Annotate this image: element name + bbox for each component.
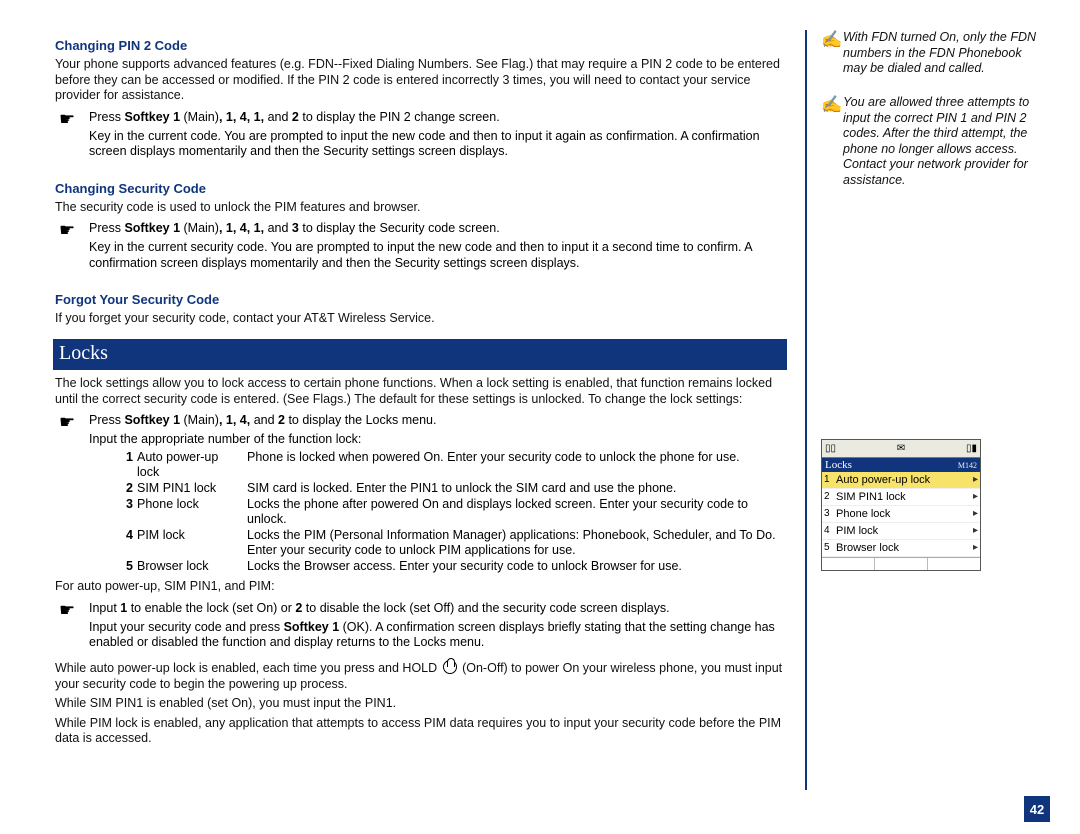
seccode-step2: Key in the current security code. You ar… (89, 240, 787, 271)
phone-menu-item[interactable]: 2 SIM PIN1 lock ▸ (822, 489, 980, 506)
sidebar-column: ✍ With FDN turned On, only the FDN numbe… (807, 30, 1042, 814)
page-number: 42 (1024, 796, 1050, 822)
phone-menu-item[interactable]: 4 PIM lock ▸ (822, 523, 980, 540)
phone-menu-list: 1 Auto power-up lock ▸ 2 SIM PIN1 lock ▸… (822, 472, 980, 557)
power-icon (443, 660, 457, 674)
sidebar-note: ✍ With FDN turned On, only the FDN numbe… (821, 30, 1042, 77)
note-icon: ✍ (821, 30, 843, 77)
seccode-step1: Press Softkey 1 (Main), 1, 4, 1, and 3 t… (89, 221, 787, 237)
locks-step1: ☛ Press Softkey 1 (Main), 1, 4, and 2 to… (55, 413, 787, 450)
pin2-intro: Your phone supports advanced features (e… (55, 57, 787, 104)
locks-auto-note: While auto power-up lock is enabled, eac… (55, 660, 787, 692)
note-text: With FDN turned On, only the FDN numbers… (843, 30, 1042, 77)
pointer-icon: ☛ (55, 413, 89, 450)
locks-step2: ☛ Input 1 to enable the lock (set On) or… (55, 601, 787, 654)
locks-sim-note: While SIM PIN1 is enabled (set On), you … (55, 696, 787, 712)
chevron-right-icon: ▸ (973, 542, 978, 553)
battery-icon: ▯▮ (966, 443, 977, 454)
pointer-icon: ☛ (55, 110, 89, 163)
mail-icon: ✉ (897, 443, 905, 454)
table-row: 3Phone lockLocks the phone after powered… (123, 497, 787, 528)
phone-title-bar: Locks M142 (822, 458, 980, 472)
note-icon: ✍ (821, 95, 843, 189)
phone-softkey[interactable] (822, 558, 875, 570)
phone-softkey[interactable] (928, 558, 980, 570)
heading-security-code: Changing Security Code (55, 181, 787, 196)
locks-section-bar: Locks (53, 339, 787, 370)
chevron-right-icon: ▸ (973, 508, 978, 519)
locks-intro: The lock settings allow you to lock acce… (55, 376, 787, 407)
phone-status-bar: ▯▯ ✉ ▯▮ (822, 440, 980, 458)
locks-pre-auto: For auto power-up, SIM PIN1, and PIM: (55, 579, 787, 595)
table-row: 5Browser lockLocks the Browser access. E… (123, 559, 787, 575)
heading-forgot: Forgot Your Security Code (55, 292, 787, 307)
sidebar-note: ✍ You are allowed three attempts to inpu… (821, 95, 1042, 189)
locks-step1b: Input the appropriate number of the func… (89, 432, 787, 448)
main-column: Changing PIN 2 Code Your phone supports … (55, 30, 805, 814)
phone-tag: M142 (958, 459, 977, 471)
note-text: You are allowed three attempts to input … (843, 95, 1042, 189)
phone-screenshot: ▯▯ ✉ ▯▮ Locks M142 1 Auto power-up lock … (821, 439, 981, 571)
phone-menu-item[interactable]: 5 Browser lock ▸ (822, 540, 980, 557)
table-row: 1Auto power-up lockPhone is locked when … (123, 450, 787, 481)
pointer-icon: ☛ (55, 221, 89, 274)
chevron-right-icon: ▸ (973, 491, 978, 502)
table-row: 4PIM lockLocks the PIM (Personal Informa… (123, 528, 787, 559)
pin2-step2: Key in the current code. You are prompte… (89, 129, 787, 160)
seccode-intro: The security code is used to unlock the … (55, 200, 787, 216)
heading-pin2: Changing PIN 2 Code (55, 38, 787, 53)
chevron-right-icon: ▸ (973, 474, 978, 485)
locks-table: 1Auto power-up lockPhone is locked when … (123, 450, 787, 575)
pin2-step1: Press Softkey 1 (Main), 1, 4, 1, and 2 t… (89, 110, 787, 126)
table-row: 2SIM PIN1 lockSIM card is locked. Enter … (123, 481, 787, 497)
locks-pim-note: While PIM lock is enabled, any applicati… (55, 716, 787, 747)
phone-menu-item[interactable]: 3 Phone lock ▸ (822, 506, 980, 523)
pointer-icon: ☛ (55, 601, 89, 654)
phone-title: Locks (825, 459, 852, 471)
pin2-steps: ☛ Press Softkey 1 (Main), 1, 4, 1, and 2… (55, 110, 787, 163)
signal-icon: ▯▯ (825, 443, 836, 454)
seccode-steps: ☛ Press Softkey 1 (Main), 1, 4, 1, and 3… (55, 221, 787, 274)
phone-softkey[interactable] (875, 558, 928, 570)
phone-softkey-bar (822, 557, 980, 570)
phone-menu-item[interactable]: 1 Auto power-up lock ▸ (822, 472, 980, 489)
chevron-right-icon: ▸ (973, 525, 978, 536)
forgot-text: If you forget your security code, contac… (55, 311, 787, 327)
